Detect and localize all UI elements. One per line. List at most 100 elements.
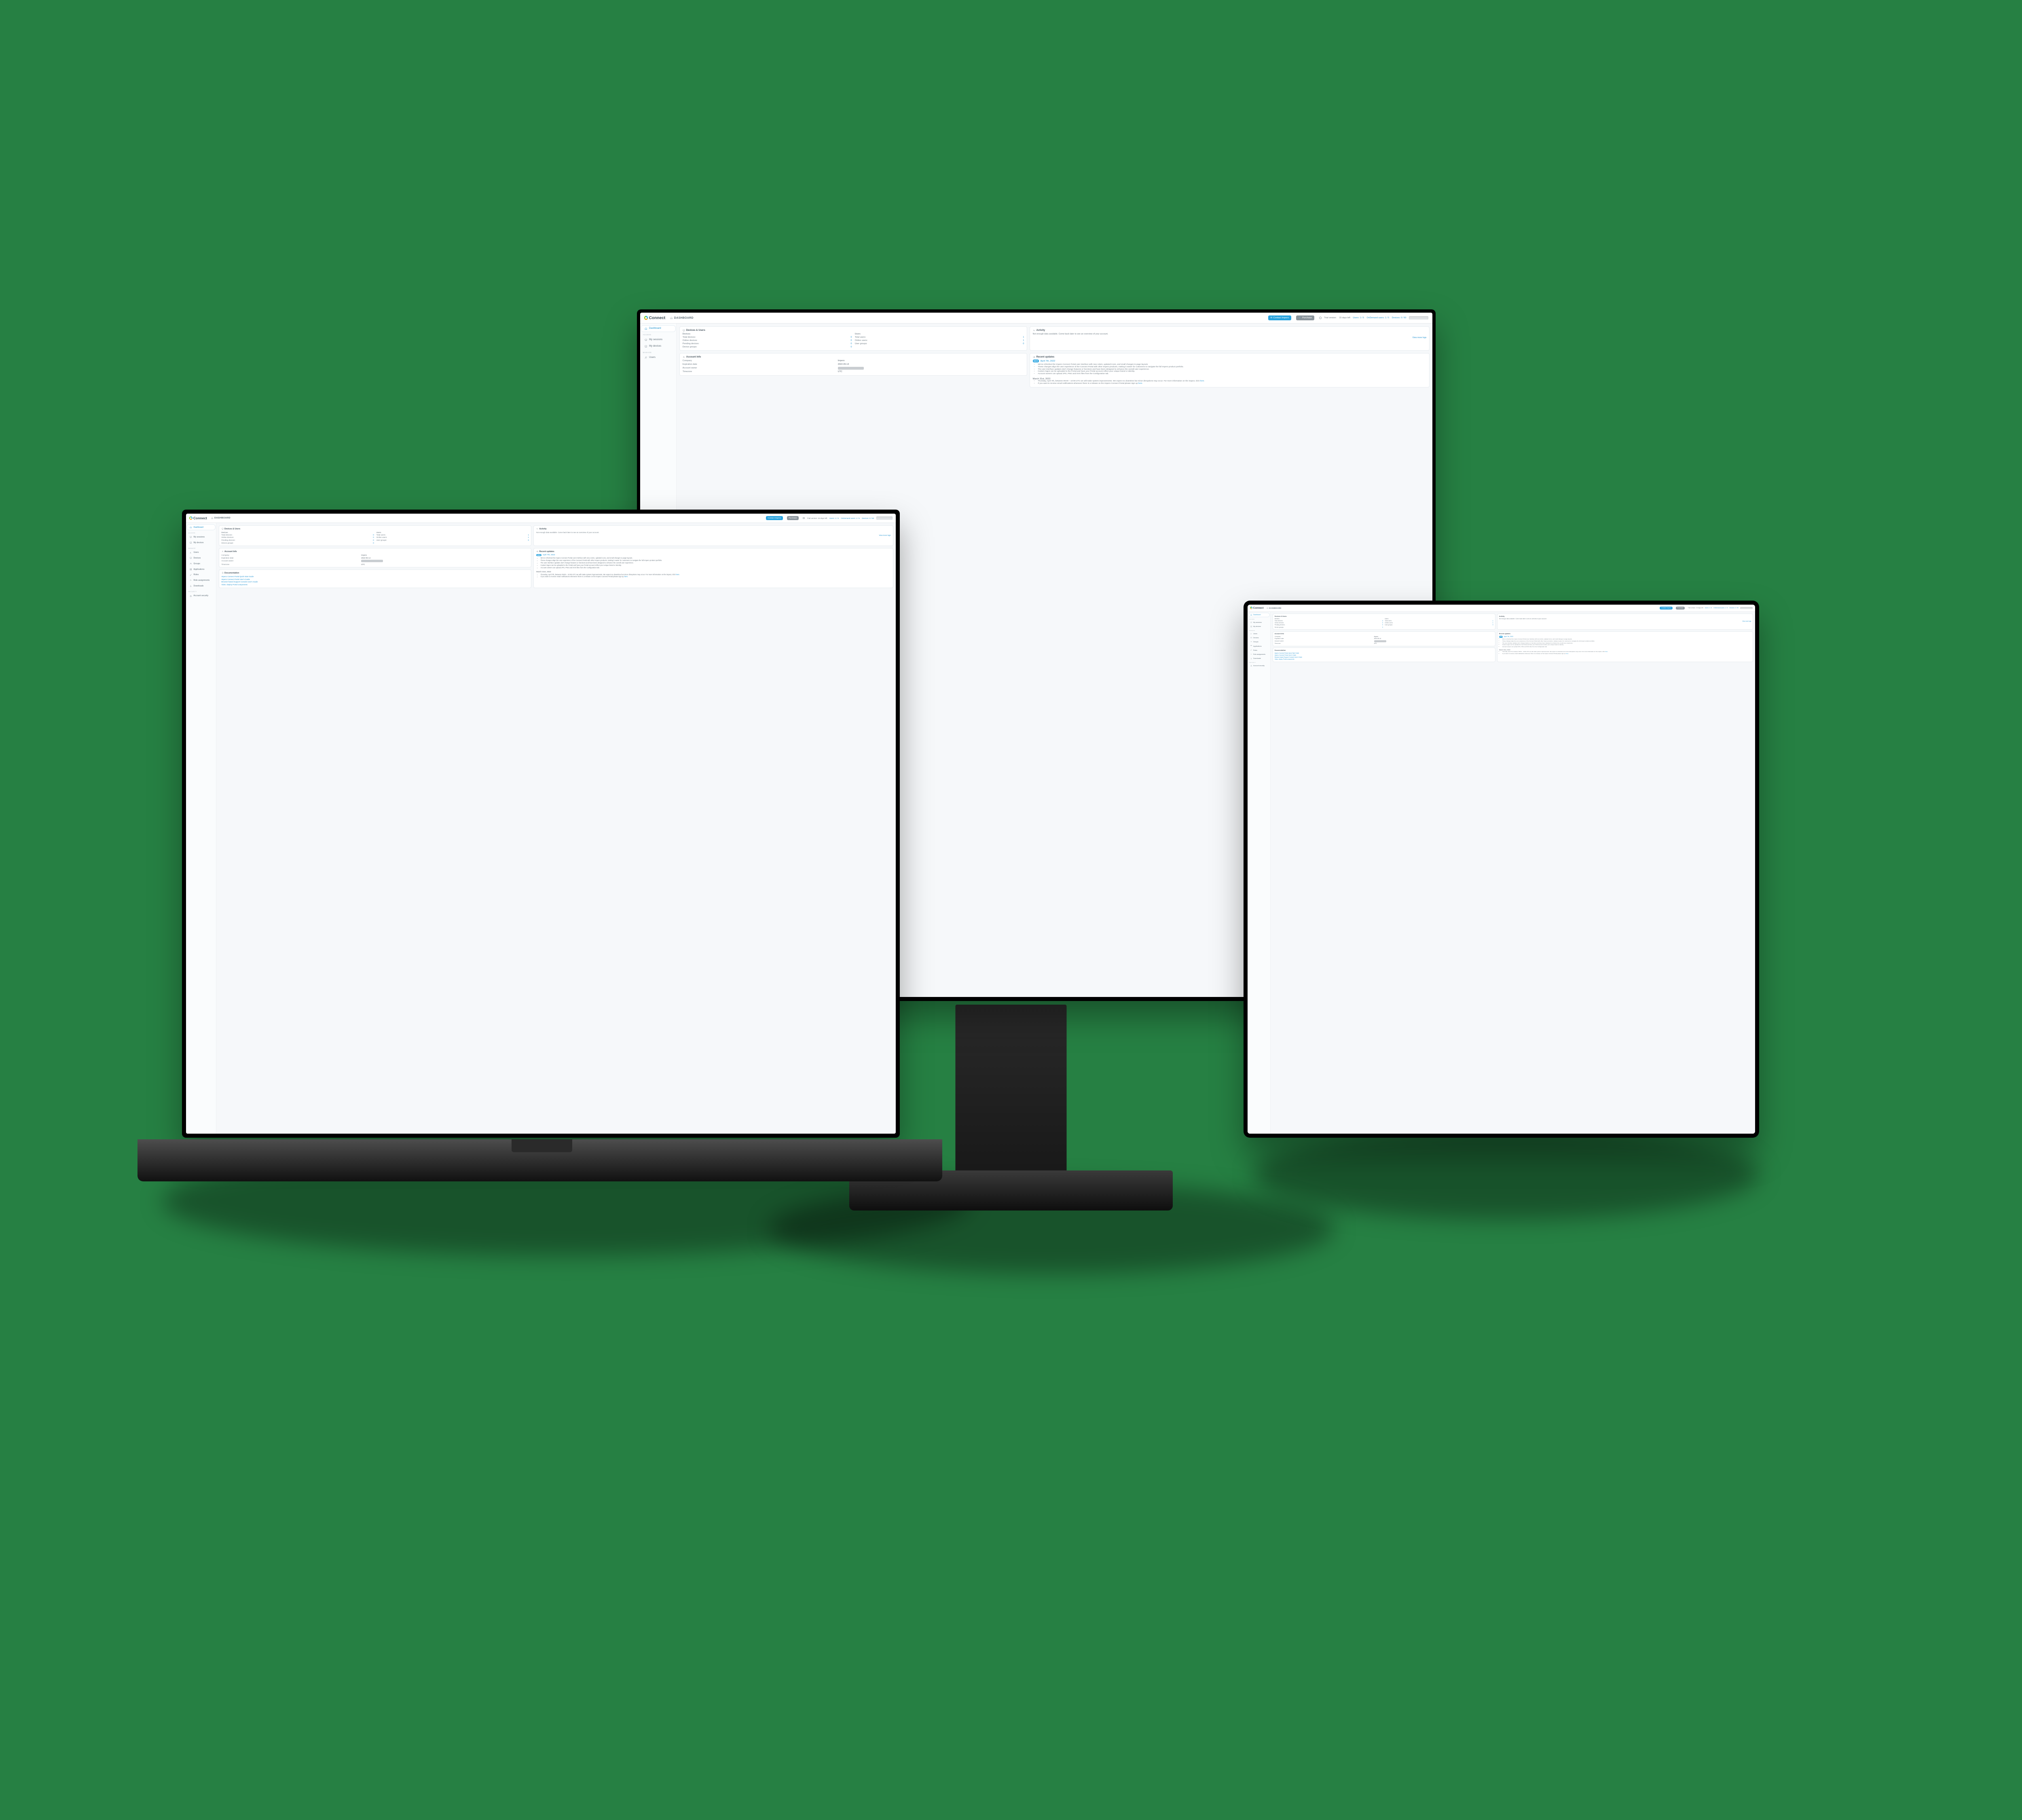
online-devices-value[interactable]: 0: [373, 536, 374, 538]
pending-devices-value[interactable]: 0: [373, 539, 374, 541]
expiration-label: Expiration date: [683, 363, 838, 366]
search-input[interactable]: [1409, 316, 1429, 320]
signup-here-link[interactable]: here: [1566, 653, 1568, 654]
pending-devices-value[interactable]: 0: [851, 343, 852, 345]
device-icon: [1250, 637, 1252, 639]
logo-text: Connect: [1253, 607, 1264, 609]
sidebar-item-label: My sessions: [649, 339, 662, 341]
sidebar-item-my-devices[interactable]: My devices: [1248, 624, 1270, 628]
purchase-button[interactable]: Purchase: [1676, 607, 1685, 610]
new-badge: NEW: [536, 554, 541, 556]
sidebar-item-roles[interactable]: Roles: [187, 572, 215, 578]
purchase-button[interactable]: 🛒 Purchase: [1296, 315, 1314, 320]
sidebar-section-access: ACCESS: [1248, 617, 1270, 620]
total-devices-value[interactable]: 0: [851, 336, 852, 339]
expiration-value: 2022-05-14: [361, 557, 529, 559]
logo[interactable]: Connect: [644, 316, 666, 320]
sidebar-item-users[interactable]: Users: [187, 550, 215, 555]
megaphone-icon: [536, 550, 538, 552]
total-devices-value[interactable]: 0: [1382, 620, 1383, 622]
logo-text: Connect: [649, 316, 666, 320]
sidebar-item-users[interactable]: Users: [641, 354, 675, 360]
sidebar-item-label: Applications: [1253, 645, 1261, 647]
sidebar-item-my-devices[interactable]: My devices: [187, 540, 215, 545]
contact-button[interactable]: Contact Impero: [1660, 607, 1673, 610]
devices-stat[interactable]: Devices: 0 / 50: [1392, 317, 1407, 319]
sidebar-item-my-sessions[interactable]: My sessions: [187, 535, 215, 540]
sidebar-item-applications[interactable]: Applications: [187, 567, 215, 572]
impact-here-link[interactable]: here: [1605, 651, 1607, 652]
search-input[interactable]: [1740, 607, 1753, 609]
sidebar-item-account-security[interactable]: Account security: [1248, 664, 1270, 667]
sidebar-item-applications[interactable]: Applications: [1248, 644, 1270, 648]
online-devices-label: Online devices:: [222, 536, 373, 538]
ondemand-stat[interactable]: OnDemand users: 1 / 5: [1366, 317, 1389, 319]
pending-devices-label: Pending devices:: [683, 343, 851, 345]
sidebar-item-groups[interactable]: Groups: [1248, 640, 1270, 644]
sidebar-item-downloads[interactable]: Downloads: [187, 583, 215, 588]
sidebar-item-roles[interactable]: Roles: [1248, 648, 1270, 652]
online-devices-label: Online devices:: [1275, 622, 1382, 624]
user-groups-value[interactable]: 0: [528, 539, 529, 541]
logo[interactable]: Connect: [189, 516, 207, 520]
impact-here-link[interactable]: here: [676, 574, 679, 576]
users-stat[interactable]: Users: 1 / 5: [829, 517, 839, 519]
sidebar-item-users[interactable]: Users: [1248, 632, 1270, 636]
sidebar-item-role-assignments[interactable]: Role assignments: [187, 578, 215, 583]
online-devices-value[interactable]: 0: [1382, 622, 1383, 624]
sidebar-item-dashboard[interactable]: Dashboard: [641, 326, 675, 332]
ondemand-stat[interactable]: OnDemand users: 1 / 5: [841, 517, 860, 519]
ondemand-stat[interactable]: OnDemand users: 1 / 5: [1713, 607, 1728, 609]
sidebar-item-my-sessions[interactable]: My sessions: [1248, 620, 1270, 624]
contact-button-label: Contact Impero: [768, 517, 781, 519]
sidebar-item-dashboard[interactable]: Dashboard: [1248, 613, 1270, 617]
users-stat[interactable]: Users: 1 / 5: [1705, 607, 1712, 609]
purchase-button[interactable]: Purchase: [787, 516, 799, 520]
user-groups-value[interactable]: 0: [1023, 343, 1024, 345]
tablet-screen: Connect DASHBOARD Contact Impero Purchas…: [1248, 605, 1755, 1134]
devices-stat[interactable]: Devices: 0 / 50: [1730, 607, 1739, 609]
sidebar-item-account-security[interactable]: Account security: [187, 593, 215, 599]
expiration-value: 2022-05-14: [838, 363, 1024, 366]
device-groups-value[interactable]: 0: [851, 346, 852, 348]
doc-link[interactable]: Video: deploy Portal components: [222, 583, 529, 586]
users-stat[interactable]: Users: 1 / 5: [1353, 317, 1364, 319]
impact-here-link[interactable]: here: [1200, 380, 1204, 382]
total-users-value[interactable]: 1: [528, 534, 529, 536]
sidebar-item-downloads[interactable]: Downloads: [1248, 656, 1270, 660]
sidebar: Dashboard ACCESS My sessions My devices …: [1248, 612, 1271, 1134]
contact-button[interactable]: Contact Impero: [766, 516, 783, 520]
signup-here-link[interactable]: here: [1138, 383, 1142, 385]
view-more-logs-link[interactable]: View more logs: [1033, 335, 1427, 339]
sidebar-item-my-devices[interactable]: My devices: [641, 343, 675, 349]
doc-link[interactable]: Video: deploy Portal components: [1275, 658, 1493, 660]
online-users-value[interactable]: 1: [1023, 339, 1024, 342]
card-devices-users: Devices & Users Devices Total devices:0 …: [1273, 614, 1495, 630]
apps-icon: [1250, 645, 1252, 647]
pending-devices-value[interactable]: 0: [1382, 624, 1383, 626]
sidebar-item-role-assignments[interactable]: Role assignments: [1248, 652, 1270, 656]
view-more-logs-link[interactable]: View more logs: [1499, 620, 1751, 622]
device-groups-label: Device groups:: [683, 346, 851, 348]
page-title-wrap: DASHBOARD: [1267, 607, 1281, 609]
sidebar-item-dashboard[interactable]: Dashboard: [187, 525, 215, 530]
sidebar-item-devices[interactable]: Devices: [1248, 636, 1270, 640]
devices-stat[interactable]: Devices: 0 / 50: [862, 517, 874, 519]
online-devices-value[interactable]: 0: [851, 339, 852, 342]
total-users-value[interactable]: 1: [1023, 336, 1024, 339]
sidebar-item-label: Groups: [1253, 641, 1258, 643]
online-users-value[interactable]: 1: [528, 536, 529, 538]
sidebar-item-label: Account security: [194, 595, 209, 597]
total-devices-value[interactable]: 0: [373, 534, 374, 536]
device-groups-value[interactable]: 0: [1382, 626, 1383, 628]
view-more-logs-link[interactable]: View more logs: [536, 533, 891, 537]
contact-button[interactable]: ✉ Contact Impero: [1268, 315, 1291, 320]
sidebar-item-devices[interactable]: Devices: [187, 556, 215, 561]
sidebar-item-groups[interactable]: Groups: [187, 561, 215, 566]
device-groups-value[interactable]: 0: [373, 542, 374, 544]
signup-here-link[interactable]: here: [624, 576, 628, 578]
total-users-label: Total users:: [376, 534, 528, 536]
search-input[interactable]: [876, 516, 893, 519]
sidebar-item-my-sessions[interactable]: My sessions: [641, 337, 675, 343]
logo[interactable]: Connect: [1250, 607, 1263, 609]
